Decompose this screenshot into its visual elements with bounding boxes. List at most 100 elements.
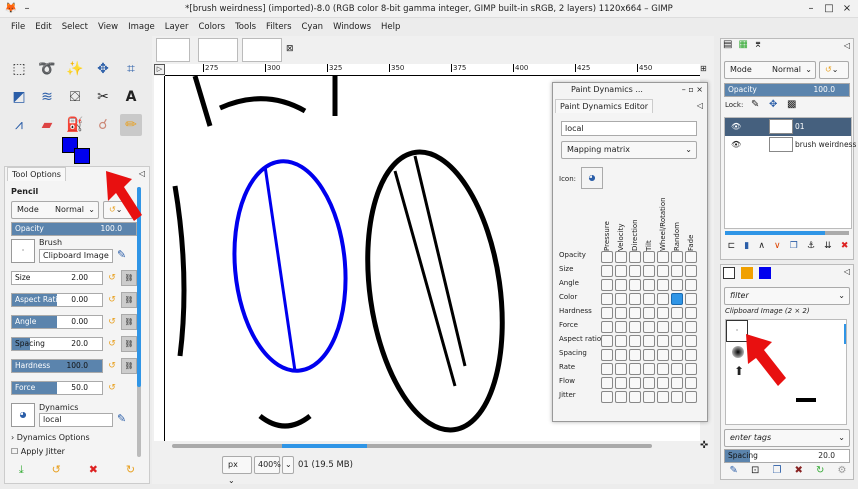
- matrix-checkbox-hardness-wheel-rotation[interactable]: [657, 307, 669, 319]
- warp-icon[interactable]: ≋: [36, 86, 58, 108]
- matrix-checkbox-aspect-ratio-random[interactable]: [671, 335, 683, 347]
- reset-icon[interactable]: ↺: [105, 293, 119, 307]
- text-icon[interactable]: A: [120, 86, 142, 108]
- matrix-checkbox-aspect-ratio-wheel-rotation[interactable]: [657, 335, 669, 347]
- matrix-checkbox-force-pressure[interactable]: [601, 321, 613, 333]
- matrix-checkbox-opacity-tilt[interactable]: [643, 251, 655, 263]
- matrix-checkbox-hardness-random[interactable]: [671, 307, 683, 319]
- matrix-checkbox-rate-wheel-rotation[interactable]: [657, 363, 669, 375]
- matrix-checkbox-size-fade[interactable]: [685, 265, 697, 277]
- matrix-checkbox-rate-velocity[interactable]: [615, 363, 627, 375]
- matrix-checkbox-spacing-direction[interactable]: [629, 349, 641, 361]
- rect-select-icon[interactable]: ⬚: [8, 58, 30, 80]
- matrix-checkbox-hardness-tilt[interactable]: [643, 307, 655, 319]
- brush-name[interactable]: Clipboard Image: [39, 249, 113, 263]
- matrix-checkbox-angle-fade[interactable]: [685, 279, 697, 291]
- panel-menu-icon[interactable]: ◁: [844, 41, 850, 50]
- matrix-checkbox-force-direction[interactable]: [629, 321, 641, 333]
- param-slider-hardness[interactable]: Hardness 100.0: [11, 359, 103, 373]
- lock-alpha-icon[interactable]: ▩: [787, 99, 796, 110]
- tab-tool-options[interactable]: Tool Options: [7, 167, 66, 181]
- brush-scrollbar[interactable]: [844, 324, 846, 344]
- matrix-checkbox-jitter-tilt[interactable]: [643, 391, 655, 403]
- matrix-checkbox-force-random[interactable]: [671, 321, 683, 333]
- layers-scrollbar[interactable]: [725, 231, 849, 235]
- matrix-checkbox-aspect-ratio-tilt[interactable]: [643, 335, 655, 347]
- brush-filter-input[interactable]: filter ⌄: [724, 287, 850, 305]
- matrix-checkbox-spacing-fade[interactable]: [685, 349, 697, 361]
- duplicate-layer-icon[interactable]: ❐: [790, 241, 798, 251]
- matrix-checkbox-rate-tilt[interactable]: [643, 363, 655, 375]
- reset-icon[interactable]: ↺: [105, 315, 119, 329]
- matrix-checkbox-flow-pressure[interactable]: [601, 377, 613, 389]
- param-slider-spacing[interactable]: Spacing 20.0: [11, 337, 103, 351]
- matrix-checkbox-jitter-direction[interactable]: [629, 391, 641, 403]
- link-icon[interactable]: ⛓: [121, 314, 137, 330]
- anchor-layer-icon[interactable]: ⚓: [807, 241, 815, 251]
- image-tab[interactable]: [198, 38, 238, 62]
- matrix-checkbox-rate-random[interactable]: [671, 363, 683, 375]
- layer-mode-select[interactable]: Mode Normal ⌄: [724, 61, 816, 79]
- lock-position-icon[interactable]: ✥: [769, 99, 777, 110]
- matrix-checkbox-rate-direction[interactable]: [629, 363, 641, 375]
- image-tab[interactable]: [156, 38, 190, 62]
- menu-edit[interactable]: Edit: [30, 18, 56, 36]
- matrix-checkbox-jitter-random[interactable]: [671, 391, 683, 403]
- measure-icon[interactable]: ⩘: [8, 114, 30, 136]
- open-as-image-icon[interactable]: ⚙: [837, 465, 846, 476]
- tab-paint-dynamics-editor[interactable]: Paint Dynamics Editor: [555, 99, 654, 113]
- link-icon[interactable]: ⛓: [121, 358, 137, 374]
- zoom-select[interactable]: 400%: [254, 456, 281, 474]
- menu-colors[interactable]: Colors: [193, 18, 230, 36]
- matrix-checkbox-spacing-wheel-rotation[interactable]: [657, 349, 669, 361]
- matrix-checkbox-force-wheel-rotation[interactable]: [657, 321, 669, 333]
- panel-menu-icon[interactable]: ◁: [697, 101, 703, 110]
- matrix-checkbox-aspect-ratio-pressure[interactable]: [601, 335, 613, 347]
- matrix-checkbox-opacity-pressure[interactable]: [601, 251, 613, 263]
- image-tab-active[interactable]: [242, 38, 282, 62]
- navigate-icon[interactable]: ✜: [700, 440, 708, 451]
- matrix-checkbox-spacing-tilt[interactable]: [643, 349, 655, 361]
- link-icon[interactable]: ⛓: [121, 292, 137, 308]
- param-slider-aspect-ratio[interactable]: Aspect Ratio 0.00: [11, 293, 103, 307]
- lower-layer-icon[interactable]: ∨: [774, 241, 781, 251]
- matrix-checkbox-spacing-velocity[interactable]: [615, 349, 627, 361]
- menu-help[interactable]: Help: [376, 18, 405, 36]
- brush-spacing-slider[interactable]: Spacing 20.0: [724, 449, 850, 463]
- view-select[interactable]: Mapping matrix ⌄: [561, 141, 697, 159]
- matrix-checkbox-opacity-wheel-rotation[interactable]: [657, 251, 669, 263]
- matrix-checkbox-angle-velocity[interactable]: [615, 279, 627, 291]
- new-layer-group-icon[interactable]: ⊏: [728, 241, 736, 251]
- matrix-checkbox-flow-random[interactable]: [671, 377, 683, 389]
- matrix-checkbox-opacity-fade[interactable]: [685, 251, 697, 263]
- background-color-swatch[interactable]: [74, 148, 90, 164]
- matrix-checkbox-opacity-random[interactable]: [671, 251, 683, 263]
- matrix-checkbox-opacity-direction[interactable]: [629, 251, 641, 263]
- close-button[interactable]: ×: [840, 2, 854, 16]
- delete-options-icon[interactable]: ✖: [89, 459, 98, 481]
- menu-filters[interactable]: Filters: [261, 18, 296, 36]
- brushes-tab-icon[interactable]: [723, 267, 735, 279]
- matrix-checkbox-hardness-direction[interactable]: [629, 307, 641, 319]
- menu-layer[interactable]: Layer: [160, 18, 194, 36]
- raise-layer-icon[interactable]: ∧: [758, 241, 765, 251]
- matrix-checkbox-color-fade[interactable]: [685, 293, 697, 305]
- layers-tab-icon[interactable]: ▤: [723, 39, 732, 50]
- mode-select[interactable]: Mode Normal ⌄: [11, 201, 99, 219]
- gradients-tab-icon[interactable]: [759, 267, 771, 279]
- matrix-checkbox-hardness-velocity[interactable]: [615, 307, 627, 319]
- brush-preview[interactable]: ·: [11, 239, 35, 263]
- param-slider-angle[interactable]: Angle 0.00: [11, 315, 103, 329]
- matrix-checkbox-flow-tilt[interactable]: [643, 377, 655, 389]
- minimize-button[interactable]: –: [804, 2, 818, 16]
- scrollbar[interactable]: [137, 187, 141, 457]
- matrix-checkbox-size-velocity[interactable]: [615, 265, 627, 277]
- matrix-checkbox-aspect-ratio-direction[interactable]: [629, 335, 641, 347]
- save-options-icon[interactable]: ⤓: [19, 459, 24, 481]
- reset-icon[interactable]: ↺: [105, 337, 119, 351]
- move-icon[interactable]: ✥: [92, 58, 114, 80]
- paths-tab-icon[interactable]: ⌆: [754, 39, 762, 50]
- new-brush-icon[interactable]: ⊡: [751, 465, 759, 476]
- menu-windows[interactable]: Windows: [328, 18, 376, 36]
- merge-layer-icon[interactable]: ⇊: [824, 241, 832, 251]
